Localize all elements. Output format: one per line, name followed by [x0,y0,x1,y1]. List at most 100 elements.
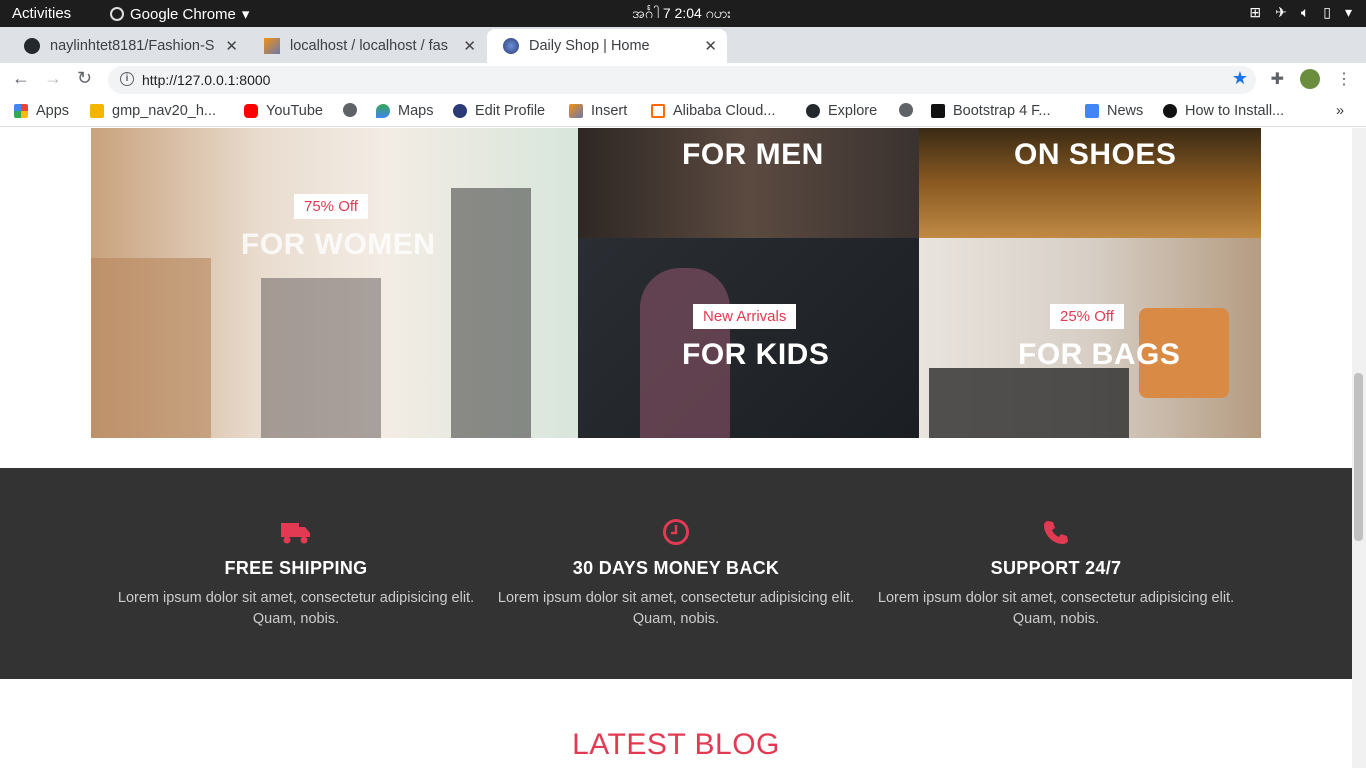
url-text: http://127.0.0.1:8000 [142,72,271,88]
promo-men[interactable]: FOR MEN [578,128,919,238]
truck-icon [106,514,486,550]
promo-title: FOR KIDS [682,338,830,371]
feature-title: 30 DAYS MONEY BACK [572,558,780,578]
bookmark-news[interactable]: News [1085,103,1143,119]
bookmark-label: Explore [828,103,878,119]
bookmark-label: Bootstrap 4 F... [953,103,1051,119]
promo-kids[interactable]: New Arrivals FOR KIDS [578,238,919,438]
network-icon: ⊞ [1249,4,1262,20]
medium-icon [931,104,945,118]
bookmark-star-icon[interactable]: ★ [1232,68,1248,89]
latest-blog-heading: LATEST BLOG [572,728,780,761]
bookmark-insert[interactable]: Insert [569,103,627,119]
caret-down-icon: ▾ [241,6,250,23]
system-tray[interactable]: ⊞ ✈ 🔈︎ ▯ ▾ [1249,4,1352,21]
bookmark-howto[interactable]: How to Install... [1163,103,1284,119]
feature-text: Lorem ipsum dolor sit amet, consectetur … [117,590,475,627]
os-top-bar: Activities Google Chrome ▾ အင်္ဂါ 7 2:04… [0,0,1366,27]
bookmark-alibaba[interactable]: Alibaba Cloud... [651,103,775,119]
promo-tag: 25% Off [1050,304,1124,329]
tab-daily-shop[interactable]: Daily Shop | Home ✕ [487,29,727,63]
feature-title: FREE SHIPPING [224,558,368,578]
bookmark-label: gmp_nav20_h... [112,103,216,119]
extensions-icon[interactable]: ✚ [1271,69,1284,89]
skirt-shape [261,278,381,438]
forward-button[interactable]: → [44,68,62,89]
clock[interactable]: အင်္ဂါ 7 2:04 ဂဟး [632,4,731,25]
tab-phpmyadmin[interactable]: localhost / localhost / fas ✕ [248,29,486,63]
bookmark-globe[interactable] [343,103,365,117]
activities-button[interactable]: Activities [12,5,71,22]
bookmark-bootstrap[interactable]: Bootstrap 4 F... [931,103,1051,119]
promo-shoes[interactable]: ON SHOES [919,128,1261,238]
close-icon[interactable]: ✕ [704,37,717,55]
page-viewport: 75% Off FOR WOMEN FOR MEN ON SHOES New A… [0,128,1352,768]
info-icon[interactable]: i [120,72,134,86]
tab-github[interactable]: naylinhtet8181/Fashion-S ✕ [8,29,248,63]
tab-strip: naylinhtet8181/Fashion-S ✕ localhost / l… [0,27,1366,84]
bookmark-edit-profile[interactable]: Edit Profile [453,103,545,119]
firebase-icon [90,104,104,118]
bookmark-label: News [1107,103,1144,119]
bookmark-label: Maps [398,103,434,119]
address-bar[interactable]: i http://127.0.0.1:8000 ★ [108,66,1256,94]
battery-icon: ▯ [1323,4,1331,20]
github-icon [24,38,40,54]
desk-shape [929,368,1129,438]
globe-icon [899,103,913,117]
back-button[interactable]: ← [12,68,30,89]
features-section: FREE SHIPPING Lorem ipsum dolor sit amet… [0,468,1352,679]
feature-shipping: FREE SHIPPING Lorem ipsum dolor sit amet… [106,514,486,630]
bookmark-label: Insert [591,103,628,119]
bookmark-explore[interactable]: Explore [806,103,877,119]
phpmyadmin-icon [569,104,583,118]
close-icon[interactable]: ✕ [225,37,238,55]
bookmark-maps[interactable]: Maps [376,103,433,119]
promo-bags[interactable]: 25% Off FOR BAGS [919,238,1261,438]
apps-grid-icon [14,104,28,118]
bookmark-label: Alibaba Cloud... [673,103,776,119]
bookmarks-overflow-button[interactable]: » [1336,103,1344,119]
bookmark-label: YouTube [266,103,323,119]
app-menu[interactable]: Google Chrome ▾ [110,5,249,23]
alibaba-icon [651,104,665,118]
browser-toolbar: ← → ↻ i http://127.0.0.1:8000 ★ ✚ ⋮ [0,63,1366,97]
bookmark-globe-2[interactable] [899,103,921,117]
promo-title: ON SHOES [1014,138,1177,171]
clock-icon [486,514,866,550]
app-name: Google Chrome [130,5,236,23]
globe-icon [453,104,467,118]
bookmark-gmp[interactable]: gmp_nav20_h... [90,103,216,119]
phone-icon [866,514,1246,550]
menu-icon[interactable]: ⋮ [1336,69,1352,89]
chevron-down-icon: ▾ [1344,4,1352,20]
promo-tag: 75% Off [294,194,368,219]
pants-shape [451,188,531,438]
chrome-icon [110,7,124,21]
tab-title: naylinhtet8181/Fashion-S [50,38,215,54]
tab-title: Daily Shop | Home [529,38,650,54]
bag-shape [91,258,211,438]
feature-text: Lorem ipsum dolor sit amet, consectetur … [877,590,1235,627]
reload-button[interactable]: ↻ [77,68,92,89]
promo-title: FOR MEN [682,138,824,171]
github-icon [806,104,820,118]
airplane-icon: ✈ [1275,4,1287,20]
close-icon[interactable]: ✕ [463,37,476,55]
hexagon-icon [1163,104,1177,118]
page-scrollbar[interactable] [1352,128,1366,768]
feature-title: SUPPORT 24/7 [990,558,1122,578]
feature-text: Lorem ipsum dolor sit amet, consectetur … [497,590,855,627]
bookmark-youtube[interactable]: YouTube [244,103,323,119]
promo-title: FOR WOMEN [241,228,436,261]
bookmark-label: Apps [36,103,70,119]
bookmark-label: Edit Profile [475,103,546,119]
google-news-icon [1085,104,1099,118]
scrollbar-thumb[interactable] [1354,373,1363,541]
promo-women[interactable]: 75% Off FOR WOMEN [91,128,578,438]
profile-avatar[interactable] [1300,69,1320,89]
promo-tag: New Arrivals [693,304,797,329]
maps-pin-icon [376,104,390,118]
volume-icon: 🔈︎ [1300,4,1310,20]
bookmark-apps[interactable]: Apps [14,103,69,119]
